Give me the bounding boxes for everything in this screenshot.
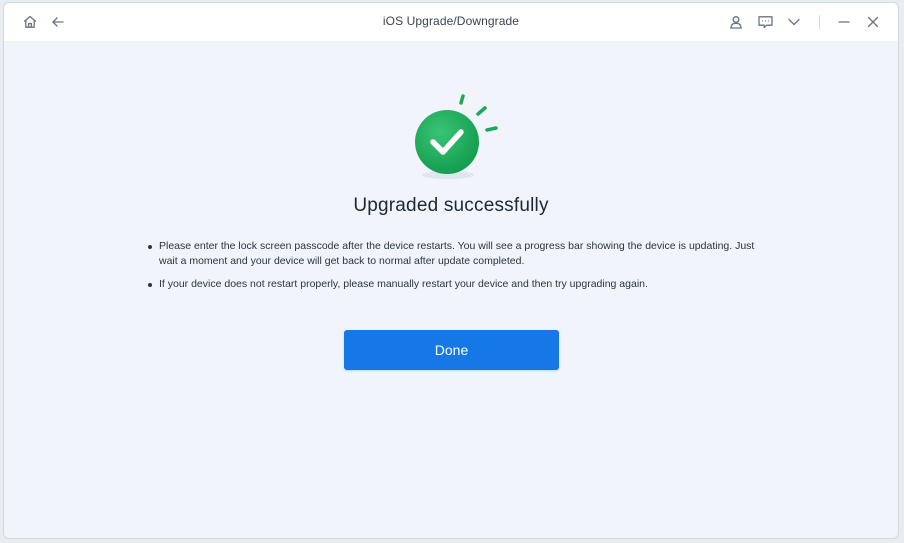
done-button[interactable]: Done	[344, 330, 559, 370]
close-icon[interactable]	[863, 12, 883, 32]
result-panel: Upgraded successfully Please enter the l…	[4, 41, 898, 538]
list-item: Please enter the lock screen passcode af…	[146, 239, 766, 269]
list-item: If your device does not restart properly…	[146, 277, 766, 292]
note-text: Please enter the lock screen passcode af…	[159, 240, 755, 267]
title-bar: iOS Upgrade/Downgrade	[4, 3, 898, 42]
chevron-down-icon[interactable]	[784, 12, 804, 32]
bullet-icon	[148, 283, 152, 287]
bullet-icon	[148, 245, 152, 249]
user-icon[interactable]	[726, 12, 746, 32]
app-window: iOS Upgrade/Downgrade Upgraded successfu…	[3, 2, 899, 539]
note-text: If your device does not restart properly…	[159, 278, 648, 290]
titlebar-divider	[819, 15, 820, 29]
check-circle-icon	[404, 93, 504, 183]
notes-list: Please enter the lock screen passcode af…	[146, 239, 766, 300]
minimize-icon[interactable]	[834, 12, 854, 32]
feedback-icon[interactable]	[755, 12, 775, 32]
result-heading: Upgraded successfully	[353, 195, 549, 216]
